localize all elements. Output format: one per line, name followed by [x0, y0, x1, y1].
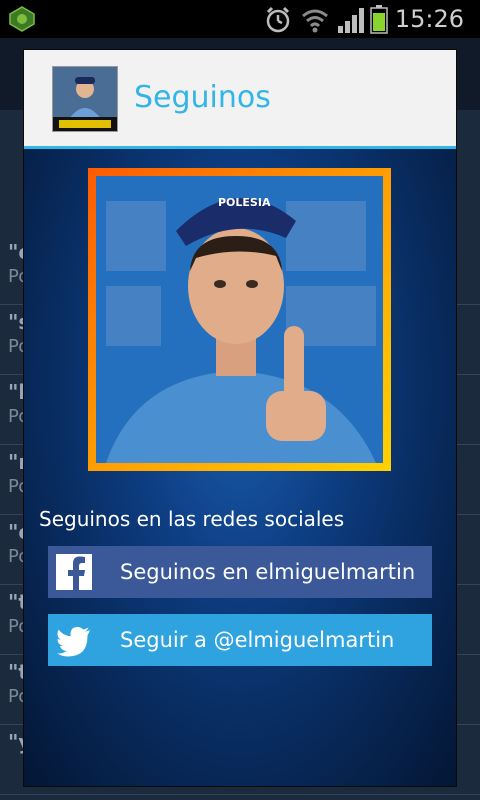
status-bar: 15:26: [0, 0, 480, 38]
svg-text:POLESIA: POLESIA: [218, 196, 271, 209]
gordillo-logo: [52, 66, 118, 132]
status-time: 15:26: [394, 5, 464, 33]
wifi-icon: [302, 9, 328, 33]
facebook-follow-label: Seguinos en elmiguelmartin: [120, 560, 416, 584]
twitter-follow-button[interactable]: Seguir a @elmiguelmartin: [48, 614, 432, 666]
profile-photo: POLESIA: [96, 176, 383, 463]
profile-photo-art: POLESIA: [96, 176, 383, 463]
seguinos-dialog: Seguinos POLESIA Seguinos en las redes s…: [24, 50, 456, 786]
dialog-header: Seguinos: [24, 50, 456, 146]
app-icon: [9, 6, 35, 32]
alarm-icon: [266, 6, 290, 33]
signal-icon: [338, 8, 364, 33]
facebook-icon: [56, 554, 92, 590]
photo-frame: POLESIA: [88, 168, 391, 471]
facebook-follow-button[interactable]: Seguinos en elmiguelmartin: [48, 546, 432, 598]
social-networks-label: Seguinos en las redes sociales: [39, 507, 345, 531]
dialog-divider: [24, 146, 456, 149]
twitter-icon: [57, 627, 90, 657]
twitter-follow-label: Seguir a @elmiguelmartin: [120, 628, 395, 652]
dialog-title: Seguinos: [134, 80, 271, 115]
battery-icon: [370, 5, 388, 34]
